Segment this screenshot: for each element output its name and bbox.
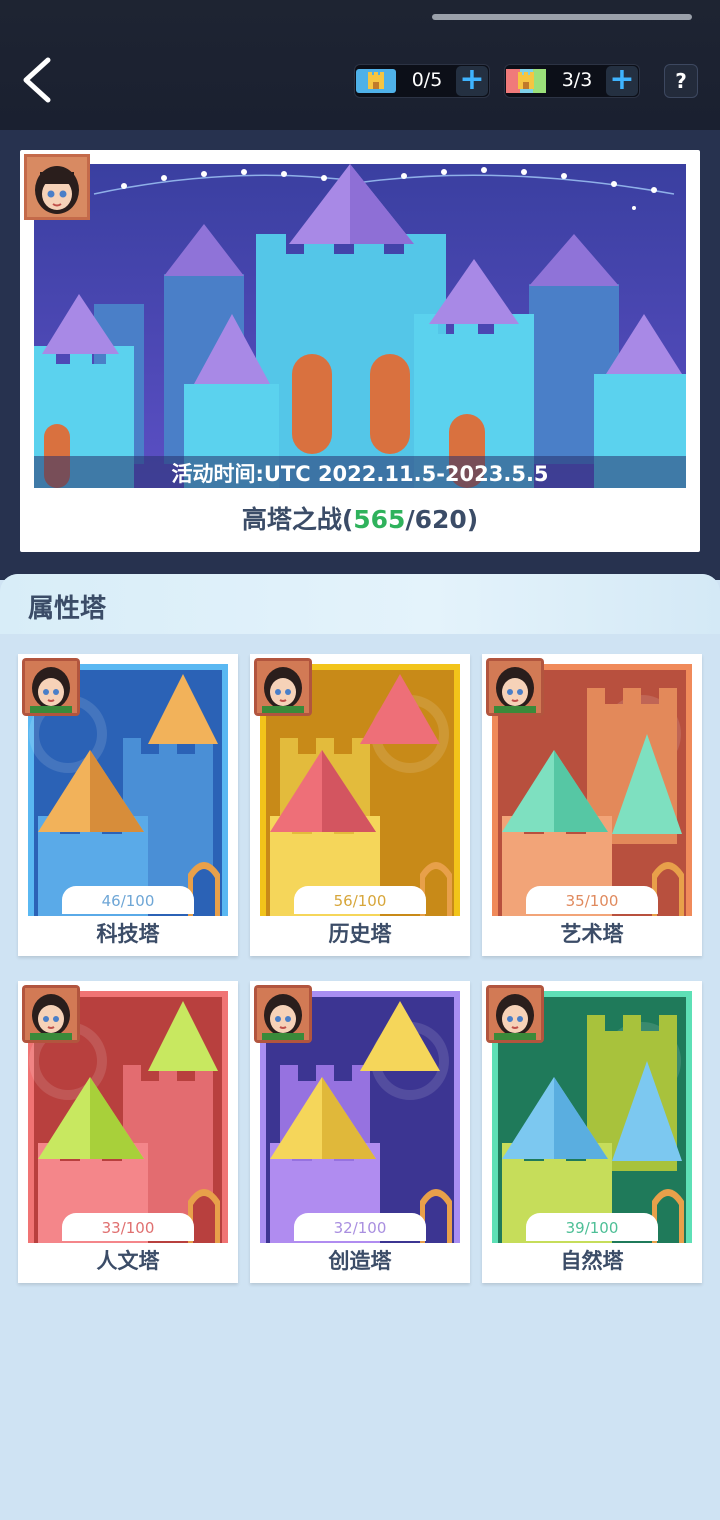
event-time-text: 活动时间:UTC 2022.11.5-2023.5.5 (34, 456, 686, 488)
tower-progress: 32/100 (294, 1213, 426, 1241)
event-section: 活动时间:UTC 2022.11.5-2023.5.5 高塔之战(565/620… (0, 130, 720, 580)
tower-progress: 39/100 (526, 1213, 658, 1241)
event-title-prefix: 高塔之战( (241, 505, 354, 534)
member-avatar (486, 658, 544, 716)
castle-ticket-icon (355, 67, 397, 95)
player-avatar (24, 154, 90, 220)
tower-name: 历史塔 (328, 922, 392, 946)
castle-ticket-count: 0/5 (411, 69, 443, 91)
tower-name: 艺术塔 (560, 922, 624, 946)
tower-name: 人文塔 (96, 1249, 160, 1273)
event-score-current: 565 (353, 505, 406, 534)
event-score-total: /620) (405, 505, 479, 534)
tower-name: 创造塔 (328, 1249, 392, 1273)
back-button[interactable] (14, 56, 58, 104)
tower-card[interactable]: 39/100 自然塔 (482, 981, 702, 1283)
tower-card[interactable]: 33/100 人文塔 (18, 981, 238, 1283)
tower-name: 科技塔 (96, 922, 160, 946)
member-avatar (22, 985, 80, 1043)
tower-progress: 56/100 (294, 886, 426, 914)
castle-ticket-counter: 0/5 + (354, 64, 490, 98)
tower-card[interactable]: 35/100 艺术塔 (482, 654, 702, 956)
tower-progress: 35/100 (526, 886, 658, 914)
event-banner-image: 活动时间:UTC 2022.11.5-2023.5.5 (34, 164, 686, 488)
tower-card[interactable]: 56/100 历史塔 (250, 654, 470, 956)
event-title: 高塔之战(565/620) (20, 500, 700, 536)
event-card[interactable]: 活动时间:UTC 2022.11.5-2023.5.5 高塔之战(565/620… (20, 150, 700, 552)
chevron-left-icon (23, 57, 51, 103)
rainbow-ticket-count: 3/3 (561, 69, 593, 91)
top-bar: 0/5 + 3/3 + ? (0, 0, 720, 130)
section-title: 属性塔 (28, 594, 107, 624)
help-button[interactable]: ? (664, 64, 698, 98)
member-avatar (486, 985, 544, 1043)
member-avatar (254, 658, 312, 716)
tower-progress: 33/100 (62, 1213, 194, 1241)
rainbow-castle-ticket-icon (505, 67, 547, 95)
tower-name: 自然塔 (560, 1249, 624, 1273)
add-rainbow-ticket-button[interactable]: + (606, 65, 638, 96)
tower-progress: 46/100 (62, 886, 194, 914)
member-avatar (254, 985, 312, 1043)
rainbow-ticket-counter: 3/3 + (504, 64, 640, 98)
tower-card[interactable]: 32/100 创造塔 (250, 981, 470, 1283)
home-indicator (432, 14, 692, 20)
tower-card[interactable]: 46/100 科技塔 (18, 654, 238, 956)
add-castle-ticket-button[interactable]: + (456, 65, 488, 96)
attribute-header: 属性塔 (0, 574, 720, 634)
member-avatar (22, 658, 80, 716)
